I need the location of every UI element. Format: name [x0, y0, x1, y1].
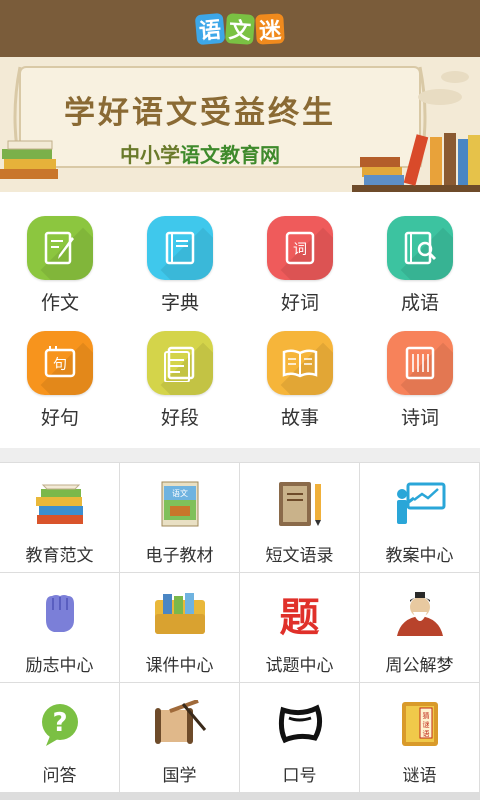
category-poetry[interactable]: 诗词 [360, 315, 480, 430]
resource-label: 励志中心 [25, 656, 94, 676]
app-header: 语 文 迷 [0, 0, 480, 57]
book-stack-icon [32, 479, 88, 529]
category-label: 好段 [160, 407, 199, 429]
riddle-book-text-3: 语 [422, 729, 429, 738]
category-good-sentences[interactable]: 句 好句 [0, 315, 120, 430]
resource-motivation[interactable]: 励志中心 [0, 573, 119, 682]
logo-char-3: 迷 [255, 12, 285, 45]
open-book-icon [267, 331, 333, 395]
logo-char-2: 文 [224, 12, 256, 45]
exam-char-icon: 题 [272, 589, 328, 641]
notebook-pencil-icon [272, 479, 328, 529]
compose-icon [27, 216, 93, 280]
resource-label: 电子教材 [145, 546, 214, 566]
category-label: 诗词 [400, 407, 439, 429]
category-idioms[interactable]: 成语 [360, 200, 480, 315]
folders-icon [152, 589, 208, 639]
fist-icon [32, 589, 88, 639]
app-logo: 语 文 迷 [194, 12, 285, 45]
megaphone-glyph-icon [272, 699, 328, 749]
word-book-icon: 词 [267, 216, 333, 280]
section-divider [0, 448, 480, 462]
sage-portrait-icon [392, 589, 448, 639]
resource-label: 周公解梦 [385, 656, 454, 676]
resource-slogans[interactable]: 口号 [240, 683, 359, 792]
resource-short-essays[interactable]: 短文语录 [240, 463, 359, 572]
poetry-scroll-icon [387, 331, 453, 395]
resource-label: 问答 [42, 766, 77, 786]
resource-exam-center[interactable]: 题 试题中心 [240, 573, 359, 682]
resource-grid: 教育范文 语文 电子教材 短文语录 教案中心 励志中心 课件中心 题 试题中心 … [0, 462, 480, 800]
teacher-board-icon [392, 479, 448, 529]
category-label: 故事 [280, 407, 319, 429]
category-label: 字典 [160, 292, 199, 314]
resource-lesson-plans[interactable]: 教案中心 [360, 463, 479, 572]
banner[interactable]: 学好语文受益终生 中小学语文教育网 [0, 57, 480, 192]
resource-qa[interactable]: ? 问答 [0, 683, 119, 792]
banner-subtitle-part1: 中小学 [120, 143, 180, 167]
category-compose[interactable]: 作文 [0, 200, 120, 315]
resource-label: 短文语录 [265, 546, 334, 566]
category-label: 好句 [40, 407, 79, 429]
resource-label: 国学 [162, 766, 197, 786]
banner-subtitle-part2: 语文教育网 [180, 143, 280, 167]
resource-riddles[interactable]: 猜谜语 谜语 [360, 683, 479, 792]
resource-label: 试题中心 [265, 656, 334, 676]
dictionary-icon [147, 216, 213, 280]
resource-dream-interpretation[interactable]: 周公解梦 [360, 573, 479, 682]
resource-label: 教案中心 [385, 546, 454, 566]
banner-title: 学好语文受益终生 [64, 95, 336, 131]
exam-char-glyph: 题 [279, 594, 320, 641]
resource-courseware[interactable]: 课件中心 [120, 573, 239, 682]
category-label: 好词 [280, 292, 319, 314]
category-stories[interactable]: 故事 [240, 315, 360, 430]
idiom-search-icon [387, 216, 453, 280]
category-good-words[interactable]: 词 好词 [240, 200, 360, 315]
resource-sinology[interactable]: 国学 [120, 683, 239, 792]
banner-subtitle: 中小学语文教育网 [40, 139, 360, 168]
sentence-glyph: 句 [53, 357, 67, 373]
resource-e-textbooks[interactable]: 语文 电子教材 [120, 463, 239, 572]
category-grid: 作文 字典 词 好词 成语 句 好句 好段 故事 诗词 [0, 200, 480, 440]
svg-text:?: ? [52, 708, 67, 738]
category-dictionary[interactable]: 字典 [120, 200, 240, 315]
logo-char-1: 语 [194, 12, 226, 45]
resource-model-essays[interactable]: 教育范文 [0, 463, 119, 572]
word-book-glyph: 词 [293, 242, 307, 258]
scroll-brush-icon [152, 699, 208, 749]
category-label: 成语 [400, 292, 439, 314]
riddle-book-text-2: 谜 [422, 720, 429, 729]
category-label: 作文 [40, 292, 79, 314]
riddle-book-text-1: 猜 [422, 711, 429, 720]
resource-label: 谜语 [402, 766, 437, 786]
question-icon: ? [32, 699, 88, 749]
paragraph-icon [147, 331, 213, 395]
resource-label: 课件中心 [145, 656, 214, 676]
riddle-book-icon: 猜谜语 [392, 699, 448, 749]
svg-text:语文: 语文 [172, 488, 188, 498]
resource-label: 口号 [282, 766, 317, 786]
category-good-paragraphs[interactable]: 好段 [120, 315, 240, 430]
textbook-icon: 语文 [152, 479, 208, 529]
sentence-icon: 句 [27, 331, 93, 395]
resource-label: 教育范文 [25, 546, 94, 566]
